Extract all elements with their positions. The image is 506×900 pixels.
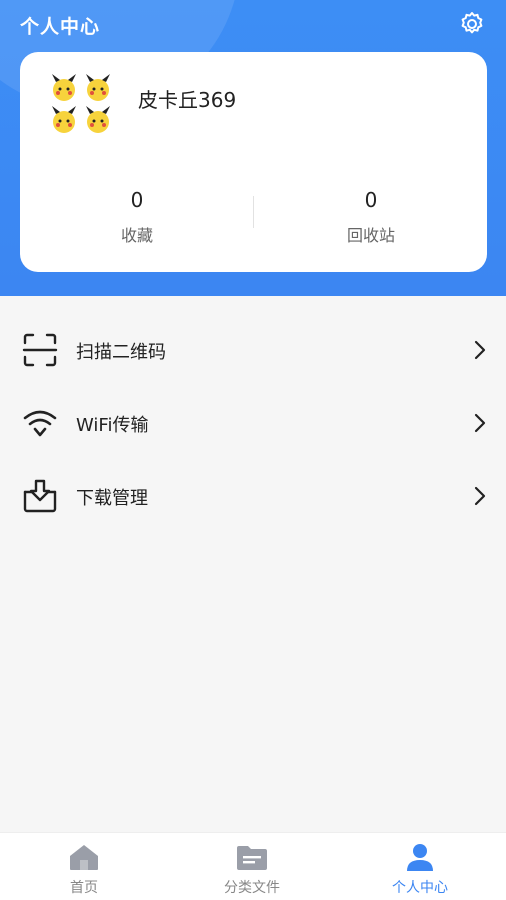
tab-label: 首页 (70, 880, 98, 896)
folder-icon (237, 846, 267, 870)
stat-favorites-count: 0 (130, 188, 144, 212)
download-box-icon (23, 479, 57, 513)
gear-icon[interactable] (458, 10, 486, 38)
stat-favorites-label: 收藏 (120, 226, 153, 245)
home-icon (70, 845, 98, 870)
profile-card: 皮卡丘369 0 收藏 0 回收站 (20, 52, 487, 272)
wifi-icon (23, 410, 57, 437)
menu-item-label: 下载管理 (76, 488, 148, 509)
menu-item-label: WiFi传输 (76, 415, 149, 436)
scan-icon (22, 333, 58, 367)
person-icon (407, 844, 433, 871)
menu-item-scan[interactable]: 扫描二维码 (0, 314, 506, 386)
bottom-tab-bar: 首页 分类文件 个人中心 (0, 832, 506, 900)
chevron-right-icon (474, 486, 486, 506)
avatar[interactable] (48, 74, 116, 140)
username: 皮卡丘369 (138, 88, 237, 112)
tab-label: 个人中心 (392, 880, 448, 896)
tab-home[interactable]: 首页 (0, 833, 168, 900)
tab-label: 分类文件 (224, 880, 280, 896)
menu-item-label: 扫描二维码 (76, 342, 166, 363)
tab-profile[interactable]: 个人中心 (336, 833, 504, 900)
stat-recycle-count: 0 (364, 188, 378, 212)
stat-favorites[interactable]: 0 收藏 (20, 188, 254, 246)
stat-recycle-label: 回收站 (346, 226, 395, 245)
page-title: 个人中心 (20, 16, 101, 38)
tab-categories[interactable]: 分类文件 (168, 833, 336, 900)
menu-item-wifi[interactable]: WiFi传输 (0, 387, 506, 459)
header: 个人中心 皮卡丘369 0 收藏 0 回收站 (0, 0, 506, 296)
chevron-right-icon (474, 413, 486, 433)
menu-item-downloads[interactable]: 下载管理 (0, 460, 506, 532)
menu-list: 扫描二维码 WiFi传输 下载管理 (0, 296, 506, 832)
chevron-right-icon (474, 340, 486, 360)
stat-recycle-bin[interactable]: 0 回收站 (254, 188, 488, 246)
